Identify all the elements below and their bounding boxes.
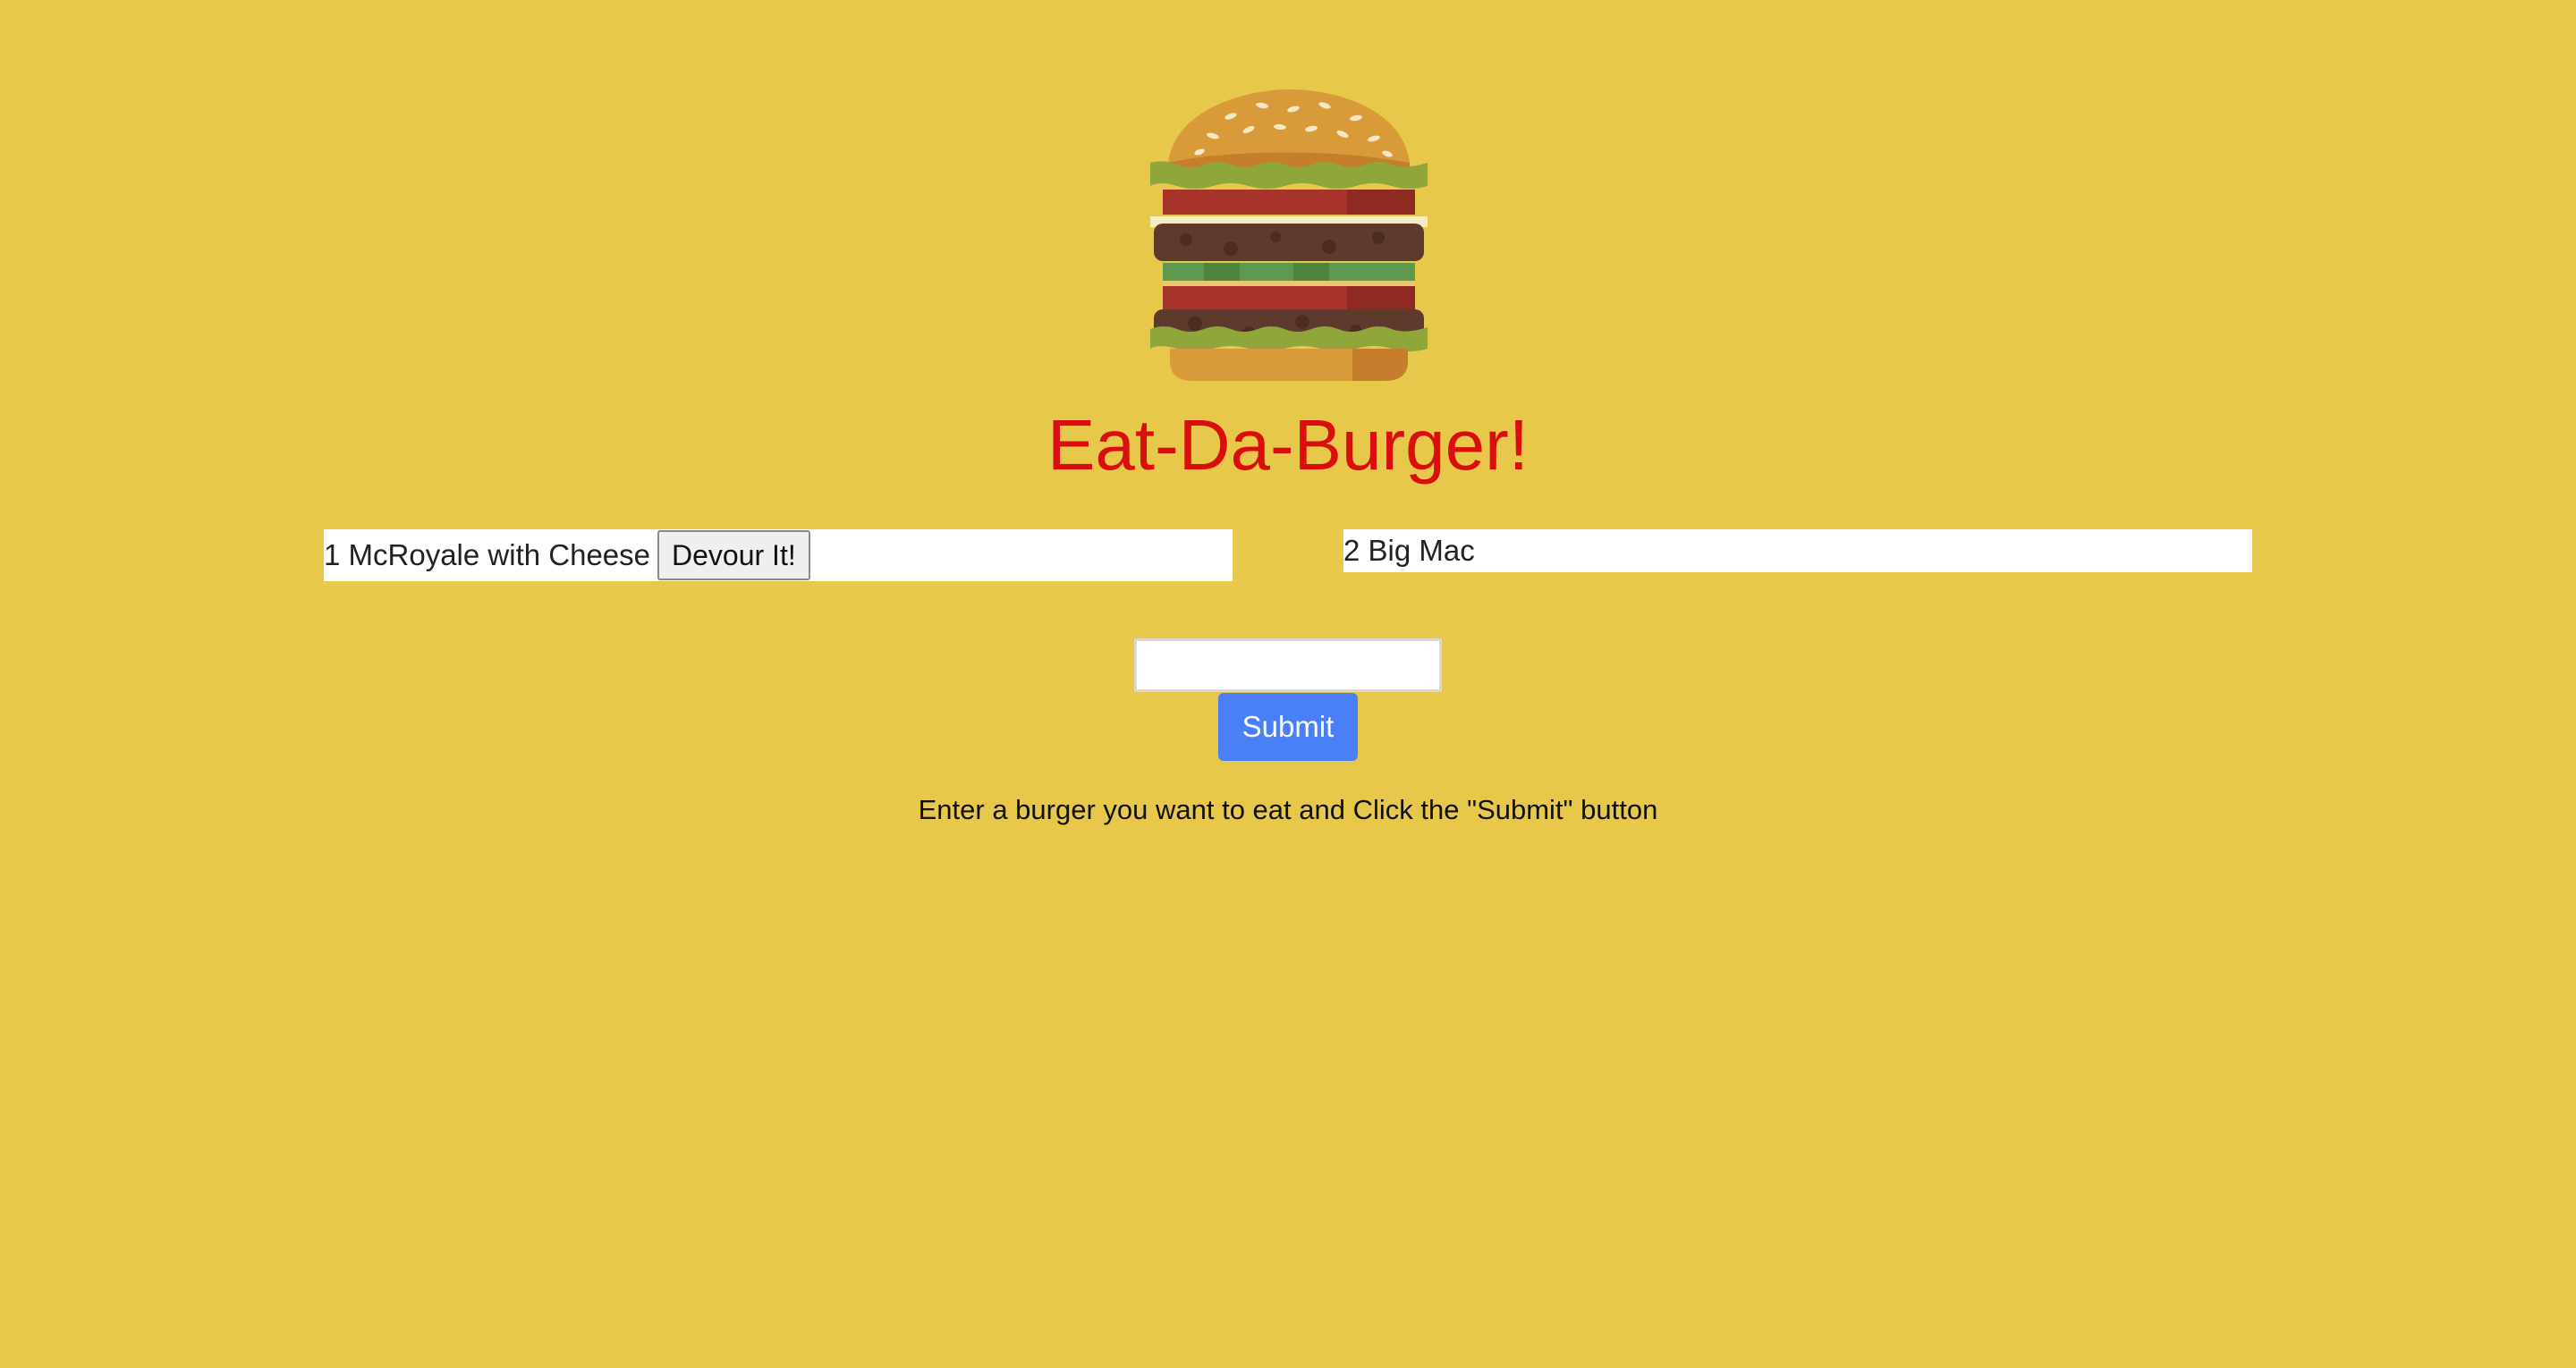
uneaten-burger-list: 1 McRoyale with Cheese Devour It! [324, 529, 1233, 581]
submit-button[interactable]: Submit [1218, 693, 1358, 761]
devoured-burger-label: 2 Big Mac [1343, 534, 1475, 567]
instructions-text: Enter a burger you want to eat and Click… [918, 794, 1658, 825]
burger-item-label: 1 McRoyale with Cheese [324, 538, 650, 571]
page-title: Eat-Da-Burger! [1047, 405, 1529, 485]
devour-button[interactable]: Devour It! [657, 530, 810, 580]
burger-name-input[interactable] [1134, 638, 1442, 692]
devoured-burger-list: 2 Big Mac [1343, 529, 2252, 572]
burger-icon [1150, 89, 1428, 381]
